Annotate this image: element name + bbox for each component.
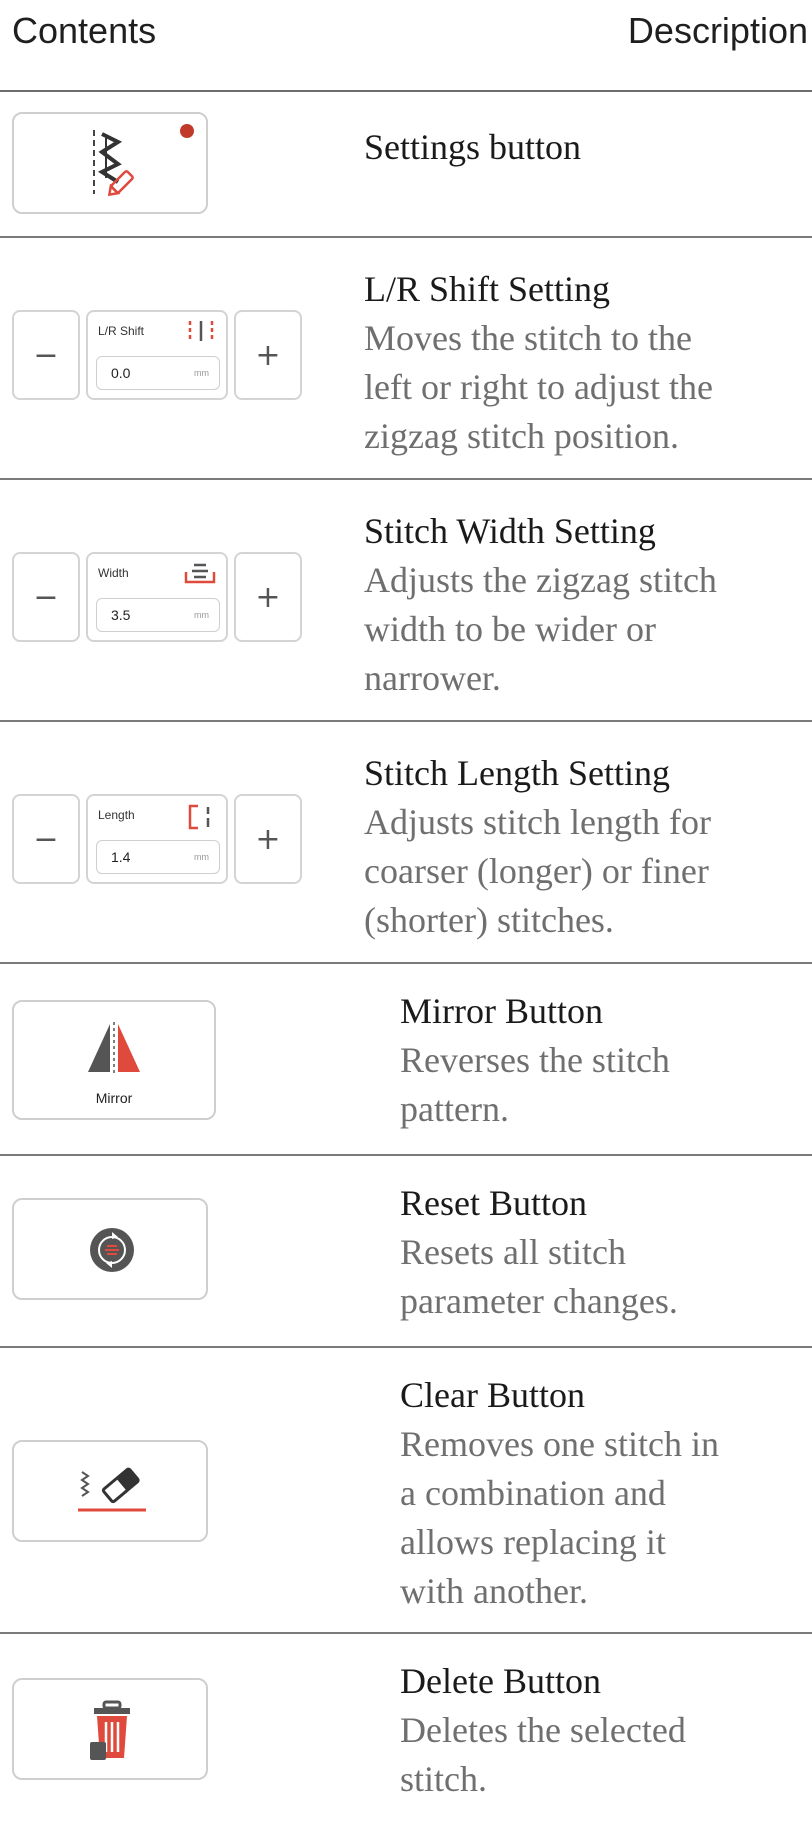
lr-shift-unit: mm bbox=[194, 368, 209, 378]
lr-shift-stepper: − L/R Shift 0.0 mm + bbox=[12, 310, 302, 400]
length-label: Length bbox=[98, 808, 135, 822]
lr-shift-title: L/R Shift Setting bbox=[364, 269, 611, 309]
row-mirror: Mirror Mirror Button Reverses the stitch… bbox=[0, 964, 812, 1156]
clear-desc-line: a combination and bbox=[400, 1473, 666, 1513]
notification-dot bbox=[180, 124, 194, 138]
length-title: Stitch Length Setting bbox=[364, 753, 670, 793]
mirror-desc-line: Reverses the stitch bbox=[400, 1040, 670, 1080]
mirror-title: Mirror Button bbox=[400, 991, 603, 1031]
length-display: Length 1.4 mm bbox=[86, 794, 228, 884]
width-display: Width 3.5 mm bbox=[86, 552, 228, 642]
reset-title: Reset Button bbox=[400, 1183, 587, 1223]
reset-desc-line: Resets all stitch bbox=[400, 1232, 626, 1272]
lr-shift-desc-line: left or right to adjust the bbox=[364, 367, 713, 407]
zigzag-stitch-pencil-icon bbox=[93, 130, 134, 197]
lr-shift-value-field[interactable]: 0.0 mm bbox=[96, 356, 220, 390]
lr-shift-display: L/R Shift 0.0 mm bbox=[86, 310, 228, 400]
mirror-desc-line: pattern. bbox=[400, 1089, 509, 1129]
width-desc-line: narrower. bbox=[364, 658, 501, 698]
lr-shift-label: L/R Shift bbox=[98, 324, 145, 338]
row-settings: Settings button bbox=[0, 92, 812, 238]
row-lr-shift: − L/R Shift 0.0 mm + L/R Shift Setting M… bbox=[0, 238, 812, 480]
lr-shift-value: 0.0 bbox=[111, 365, 131, 381]
width-plus-button[interactable]: + bbox=[234, 552, 302, 642]
length-stepper: − Length 1.4 mm + bbox=[12, 794, 302, 884]
length-minus-button[interactable]: − bbox=[12, 794, 80, 884]
mirror-icon bbox=[88, 1022, 140, 1076]
length-desc-line: coarser (longer) or finer bbox=[364, 851, 709, 891]
clear-desc-line: allows replacing it bbox=[400, 1522, 666, 1562]
clear-desc-line: Removes one stitch in bbox=[400, 1424, 719, 1464]
length-unit: mm bbox=[194, 852, 209, 862]
width-icon bbox=[184, 563, 216, 584]
contents-column-header: Contents bbox=[12, 10, 157, 51]
length-value: 1.4 bbox=[111, 849, 131, 865]
reset-icon bbox=[90, 1228, 134, 1272]
width-title: Stitch Width Setting bbox=[364, 511, 656, 551]
reset-button[interactable] bbox=[12, 1198, 208, 1300]
lr-shift-desc-line: Moves the stitch to the bbox=[364, 318, 692, 358]
description-column-header: Description bbox=[627, 10, 808, 51]
row-clear: Clear Button Removes one stitch in a com… bbox=[0, 1348, 812, 1634]
reset-desc-line: parameter changes. bbox=[400, 1281, 678, 1321]
row-reset: Reset Button Resets all stitch parameter… bbox=[0, 1156, 812, 1348]
row-length: − Length 1.4 mm + Stitch Length Setting … bbox=[0, 722, 812, 964]
length-icon bbox=[188, 804, 210, 830]
table-header: Contents Description bbox=[0, 0, 812, 92]
settings-button[interactable] bbox=[12, 112, 208, 214]
width-desc-line: width to be wider or bbox=[364, 609, 656, 649]
row-width: − Width 3.5 mm + Stitch Width Setting Ad… bbox=[0, 480, 812, 722]
delete-button[interactable] bbox=[12, 1678, 208, 1780]
lr-shift-desc-line: zigzag stitch position. bbox=[364, 416, 679, 456]
width-minus-button[interactable]: − bbox=[12, 552, 80, 642]
width-desc-line: Adjusts the zigzag stitch bbox=[364, 560, 717, 600]
lr-shift-plus-button[interactable]: + bbox=[234, 310, 302, 400]
length-plus-button[interactable]: + bbox=[234, 794, 302, 884]
width-value-field[interactable]: 3.5 mm bbox=[96, 598, 220, 632]
length-desc-line: (shorter) stitches. bbox=[364, 900, 614, 940]
length-desc-line: Adjusts stitch length for bbox=[364, 802, 711, 842]
eraser-icon bbox=[78, 1467, 146, 1512]
length-value-field[interactable]: 1.4 mm bbox=[96, 840, 220, 874]
width-unit: mm bbox=[194, 610, 209, 620]
trash-icon bbox=[90, 1700, 130, 1760]
delete-desc-line: stitch. bbox=[400, 1759, 487, 1799]
mirror-button[interactable]: Mirror bbox=[12, 1000, 216, 1120]
width-value: 3.5 bbox=[111, 607, 131, 623]
width-stepper: − Width 3.5 mm + bbox=[12, 552, 302, 642]
clear-desc-line: with another. bbox=[400, 1571, 588, 1611]
row-delete: Delete Button Deletes the selected stitc… bbox=[0, 1634, 812, 1822]
mirror-button-label: Mirror bbox=[95, 1090, 133, 1106]
clear-title: Clear Button bbox=[400, 1375, 585, 1415]
width-label: Width bbox=[98, 566, 129, 580]
delete-title: Delete Button bbox=[400, 1661, 601, 1701]
lr-shift-minus-button[interactable]: − bbox=[12, 310, 80, 400]
lr-shift-icon bbox=[188, 321, 214, 341]
clear-button[interactable] bbox=[12, 1440, 208, 1542]
settings-title: Settings button bbox=[364, 127, 582, 167]
delete-desc-line: Deletes the selected bbox=[400, 1710, 686, 1750]
